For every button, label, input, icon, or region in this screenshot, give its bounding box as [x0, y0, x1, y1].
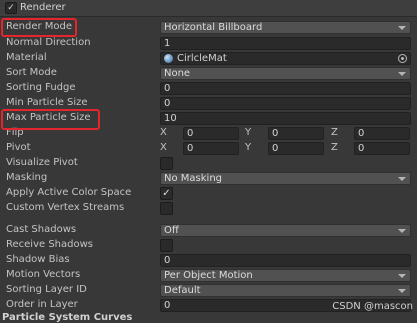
render-mode-highlight-box: [1, 18, 77, 37]
sorting-layer-id-dropdown[interactable]: Default: [160, 284, 411, 297]
pivot-z-axis-label: Z: [331, 142, 338, 153]
motion-vectors-dropdown[interactable]: Per Object Motion: [160, 269, 411, 282]
row-shadow-bias: Shadow Bias 0: [0, 253, 417, 268]
visualize-pivot-checkbox[interactable]: [160, 157, 173, 170]
row-pivot: Pivot X 0 Y 0 Z 0: [0, 141, 417, 156]
row-sort-mode: Sort Mode None: [0, 66, 417, 81]
pivot-x-field[interactable]: 0: [183, 142, 239, 155]
cast-shadows-dropdown[interactable]: Off: [160, 224, 411, 237]
row-apply-active-color-space: Apply Active Color Space ✓: [0, 186, 417, 201]
max-particle-size-field[interactable]: 10: [160, 112, 411, 125]
sorting-fudge-field[interactable]: 0: [160, 82, 411, 95]
row-masking: Masking No Masking: [0, 171, 417, 186]
motion-vectors-value: Per Object Motion: [164, 270, 253, 281]
custom-vertex-streams-checkbox[interactable]: [160, 202, 173, 215]
row-motion-vectors: Motion Vectors Per Object Motion: [0, 268, 417, 283]
render-mode-value: Horizontal Billboard: [164, 22, 263, 33]
receive-shadows-label: Receive Shadows: [6, 239, 93, 250]
sorting-fudge-label: Sorting Fudge: [6, 82, 76, 93]
masking-value: No Masking: [164, 173, 222, 184]
renderer-title: Renderer: [20, 2, 66, 13]
flip-z-field[interactable]: 0: [354, 127, 410, 140]
material-sphere-icon: [164, 54, 173, 63]
apply-active-color-space-label: Apply Active Color Space: [6, 187, 132, 198]
row-visualize-pivot: Visualize Pivot: [0, 156, 417, 171]
row-receive-shadows: Receive Shadows: [0, 238, 417, 253]
sorting-layer-id-value: Default: [164, 285, 201, 296]
row-custom-vertex-streams: Custom Vertex Streams: [0, 201, 417, 216]
sort-mode-dropdown[interactable]: None: [160, 67, 411, 80]
apply-active-color-space-checkbox[interactable]: ✓: [160, 187, 173, 200]
motion-vectors-label: Motion Vectors: [6, 269, 81, 280]
renderer-module-header[interactable]: ✓ Renderer: [0, 0, 417, 17]
sort-mode-label: Sort Mode: [6, 67, 57, 78]
renderer-enable-checkbox[interactable]: ✓: [5, 2, 17, 14]
custom-vertex-streams-label: Custom Vertex Streams: [6, 202, 125, 213]
object-picker-icon[interactable]: [398, 54, 407, 63]
chevron-down-icon: [398, 72, 406, 76]
receive-shadows-checkbox[interactable]: [160, 239, 173, 252]
sorting-layer-id-label: Sorting Layer ID: [6, 284, 87, 295]
flip-x-axis-label: X: [160, 127, 167, 138]
particle-system-curves-title[interactable]: Particle System Curves: [2, 312, 132, 323]
normal-direction-field[interactable]: 1: [160, 37, 411, 50]
material-label: Material: [6, 52, 47, 63]
chevron-down-icon: [398, 229, 406, 233]
shadow-bias-label: Shadow Bias: [6, 254, 70, 265]
pivot-y-field[interactable]: 0: [268, 142, 324, 155]
min-particle-size-label: Min Particle Size: [6, 97, 88, 108]
chevron-down-icon: [398, 274, 406, 278]
row-material: Material CirlcleMat: [0, 51, 417, 66]
material-object-field[interactable]: CirlcleMat: [160, 52, 411, 65]
pivot-x-axis-label: X: [160, 142, 167, 153]
flip-y-field[interactable]: 0: [268, 127, 324, 140]
min-particle-size-field[interactable]: 0: [160, 97, 411, 110]
masking-dropdown[interactable]: No Masking: [160, 172, 411, 185]
cast-shadows-label: Cast Shadows: [6, 224, 77, 235]
sort-mode-value: None: [164, 68, 191, 79]
render-mode-dropdown[interactable]: Horizontal Billboard: [160, 21, 411, 34]
flip-z-axis-label: Z: [331, 127, 338, 138]
chevron-down-icon: [398, 177, 406, 181]
pivot-y-axis-label: Y: [245, 142, 252, 153]
row-cast-shadows: Cast Shadows Off: [0, 223, 417, 238]
material-value: CirlcleMat: [177, 53, 227, 64]
flip-x-field[interactable]: 0: [183, 127, 239, 140]
chevron-down-icon: [398, 289, 406, 293]
normal-direction-label: Normal Direction: [6, 37, 91, 48]
shadow-bias-field[interactable]: 0: [160, 254, 411, 267]
pivot-label: Pivot: [6, 142, 31, 153]
flip-y-axis-label: Y: [245, 127, 252, 138]
chevron-down-icon: [398, 26, 406, 30]
watermark: CSDN @mascon: [332, 301, 413, 312]
row-sorting-layer-id: Sorting Layer ID Default: [0, 283, 417, 298]
visualize-pivot-label: Visualize Pivot: [6, 157, 78, 168]
masking-label: Masking: [6, 172, 48, 183]
max-particle-size-highlight-box: [1, 109, 100, 130]
cast-shadows-value: Off: [164, 225, 179, 236]
row-sorting-fudge: Sorting Fudge 0: [0, 81, 417, 96]
order-in-layer-label: Order in Layer: [6, 299, 78, 310]
pivot-z-field[interactable]: 0: [354, 142, 410, 155]
row-normal-direction: Normal Direction 1: [0, 36, 417, 51]
